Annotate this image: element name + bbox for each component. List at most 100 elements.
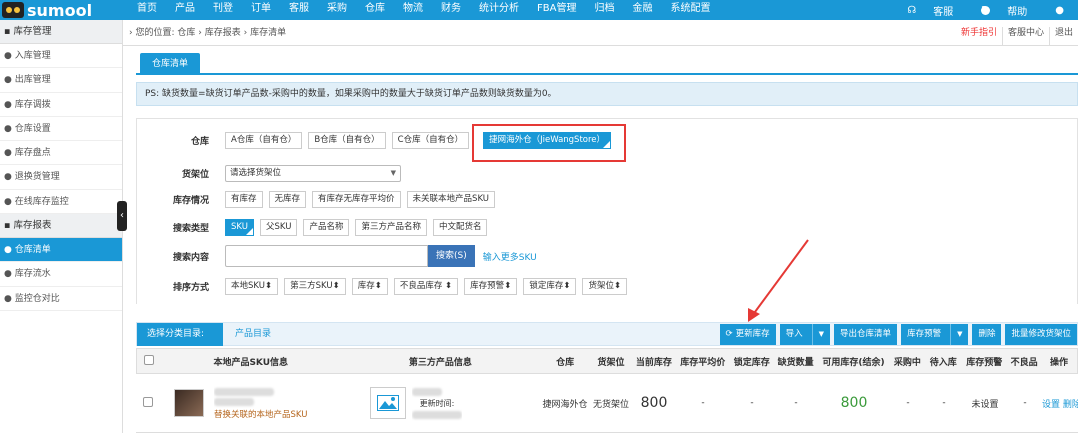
nav-order[interactable]: 订单 [242, 0, 280, 20]
headset-icon: ☊ [907, 4, 917, 16]
breadcrumb-reports[interactable]: 库存报表 [205, 28, 241, 38]
breadcrumb: › 您的位置: 仓库 › 库存报表 › 库存清单 新手指引 客服中心 退出 [123, 20, 1078, 46]
current-stock-cell: 800 [640, 395, 668, 411]
sort-stock[interactable]: 库存⬍ [351, 277, 388, 295]
sidebar-item-warehouse-list[interactable]: ● 仓库清单 [0, 238, 122, 263]
nav-listing[interactable]: 刊登 [204, 0, 242, 20]
sidebar-item-inbound[interactable]: ● 入库管理 [0, 44, 122, 69]
tab-warehouse-list[interactable]: 仓库清单 [140, 53, 200, 75]
sort-arrows-icon: ⬍ [264, 280, 273, 291]
replace-link[interactable]: 替换关联的本地产品SKU [214, 408, 307, 420]
col-avg-price: 库存平均价 [680, 357, 726, 368]
nav-logistics[interactable]: 物流 [394, 0, 432, 20]
sort-warning[interactable]: 库存预警⬍ [464, 277, 518, 295]
nav-fintech[interactable]: 金融 [623, 0, 661, 20]
col-ops: 操作 [1050, 357, 1069, 368]
search-type-name[interactable]: 产品名称 [303, 218, 350, 236]
category-link[interactable]: 产品目录 [235, 323, 271, 346]
col-purchasing: 采购中 [893, 357, 921, 368]
help-link[interactable]: ? 帮助 [981, 3, 1041, 18]
col-shortage: 缺货数量 [777, 357, 814, 368]
export-button[interactable]: 导出仓库清单 [834, 324, 898, 345]
nav-home[interactable]: 首页 [128, 0, 166, 20]
warehouse-cell: 捷网海外仓 [542, 399, 588, 410]
stock-warning-button[interactable]: 库存预警 ▼ [901, 324, 969, 345]
top-navbar: sumool 首页 产品 刊登 订单 客服 采购 仓库 物流 财务 统计分析 F… [0, 0, 1078, 20]
search-type-row: 搜索类型 SKU 父SKU 产品名称 第三方产品名称 中文配货名 [137, 216, 493, 238]
sidebar-item-transfer[interactable]: ● 库存调拨 [0, 93, 122, 117]
warehouse-option-c[interactable]: C仓库（自有仓） [391, 131, 470, 149]
nav-settings[interactable]: 系统配置 [661, 0, 719, 20]
warehouse-option-a[interactable]: A仓库（自有仓） [225, 131, 303, 149]
guide-link[interactable]: 新手指引 [956, 27, 1002, 46]
select-all-checkbox[interactable] [143, 354, 154, 365]
warehouse-option-b[interactable]: B仓库（自有仓） [308, 131, 386, 149]
shelf-cell: 无货架位 [592, 399, 629, 410]
sort-shelf[interactable]: 货架位⬍ [582, 277, 628, 295]
search-type-cn-name[interactable]: 中文配货名 [432, 218, 488, 236]
sort-row: 排序方式 本地SKU⬍ 第三方SKU⬍ 库存⬍ 不良品库存 ⬍ 库存预警⬍ 锁定… [137, 275, 633, 297]
sidebar-item-monitor[interactable]: ● 在线库存监控 [0, 190, 122, 215]
search-type-label: 搜索类型 [172, 223, 209, 234]
stock-label: 库存情况 [172, 195, 209, 206]
stock-option-avg[interactable]: 有库存无库存平均价 [312, 190, 401, 208]
search-input[interactable] [225, 245, 428, 267]
search-type-parent-sku[interactable]: 父SKU [259, 218, 298, 236]
nav-purchase[interactable]: 采购 [318, 0, 356, 20]
more-sku-link[interactable]: 输入更多SKU [483, 250, 537, 263]
shelf-label: 货架位 [181, 169, 209, 180]
stock-option-none[interactable]: 无库存 [268, 190, 307, 208]
sidebar-item-returns[interactable]: ● 退换货管理 [0, 165, 122, 190]
blurred-text [412, 410, 462, 419]
sidebar-item-outbound[interactable]: ● 出库管理 [0, 68, 122, 93]
service-center-link[interactable]: 客服中心 [1001, 27, 1049, 46]
stock-option-unlinked[interactable]: 未关联本地产品SKU [406, 190, 496, 208]
nav-finance[interactable]: 财务 [432, 0, 470, 20]
stock-option-has[interactable]: 有库存 [225, 190, 263, 208]
sort-third-sku[interactable]: 第三方SKU⬍ [284, 277, 346, 295]
row-checkbox[interactable] [143, 396, 153, 407]
shortage-cell: - [794, 398, 798, 408]
col-local-sku: 本地产品SKU信息 [213, 357, 289, 368]
nav-archive[interactable]: 归档 [585, 0, 623, 20]
ops-links[interactable]: 设置 删除 [1042, 397, 1078, 410]
nav-service[interactable]: 客服 [280, 0, 318, 20]
nav-warehouse[interactable]: 仓库 [356, 0, 394, 20]
sidebar-item-compare[interactable]: ● 监控仓对比 [0, 287, 122, 311]
nav-stats[interactable]: 统计分析 [470, 0, 528, 20]
chevron-right-icon: › [129, 28, 133, 38]
user-icon[interactable]: ● [1055, 5, 1064, 16]
sidebar-section-reports[interactable]: ▪ 库存报表 [0, 214, 122, 239]
exit-link[interactable]: 退出 [1048, 27, 1078, 46]
shelf-select[interactable]: 请选择货架位 ▼ [225, 164, 401, 182]
delete-button[interactable]: 删除 [972, 324, 1002, 345]
sidebar-item-stock-flow[interactable]: ● 库存流水 [0, 262, 122, 287]
search-type-sku[interactable]: SKU [225, 218, 254, 236]
chevron-down-icon: ▼ [390, 168, 396, 177]
refresh-stock-button[interactable]: ⟳ 更新库存 [719, 324, 776, 345]
sort-arrows-icon: ⬍ [374, 280, 382, 291]
sort-locked[interactable]: 锁定库存⬍ [523, 277, 577, 295]
product-thumbnail [174, 389, 204, 417]
blurred-text [214, 398, 254, 406]
service-link[interactable]: ☊ 客服 [907, 3, 967, 18]
select-all-cell [137, 354, 161, 368]
batch-shelf-button[interactable]: 批量修改货架位 [1005, 324, 1077, 345]
sidebar-item-warehouse-settings[interactable]: ● 仓库设置 [0, 117, 122, 142]
search-button[interactable]: 搜索(S) [428, 245, 475, 267]
stock-row: 库存情况 有库存 无库存 有库存无库存平均价 未关联本地产品SKU [137, 188, 501, 210]
logo[interactable]: sumool [0, 0, 128, 20]
sidebar-collapse-button[interactable]: ‹ [117, 201, 127, 231]
sidebar: ▪ 库存管理 ● 入库管理 ● 出库管理 ● 库存调拨 ● 仓库设置 ● 库存盘… [0, 20, 123, 433]
sort-local-sku[interactable]: 本地SKU⬍ [225, 277, 279, 295]
search-type-third-name[interactable]: 第三方产品名称 [355, 218, 427, 236]
nav-product[interactable]: 产品 [166, 0, 204, 20]
col-warehouse: 仓库 [556, 357, 575, 368]
sidebar-item-stocktake[interactable]: ● 库存盘点 [0, 141, 122, 166]
import-button[interactable]: 导入 ▼ [779, 324, 831, 345]
sort-defective[interactable]: 不良品库存 ⬍ [393, 277, 459, 295]
breadcrumb-warehouse[interactable]: 仓库 [177, 28, 195, 38]
nav-fba[interactable]: FBA管理 [528, 0, 585, 20]
available-cell: 800 [840, 395, 868, 411]
sidebar-section-inventory[interactable]: ▪ 库存管理 [0, 20, 122, 44]
